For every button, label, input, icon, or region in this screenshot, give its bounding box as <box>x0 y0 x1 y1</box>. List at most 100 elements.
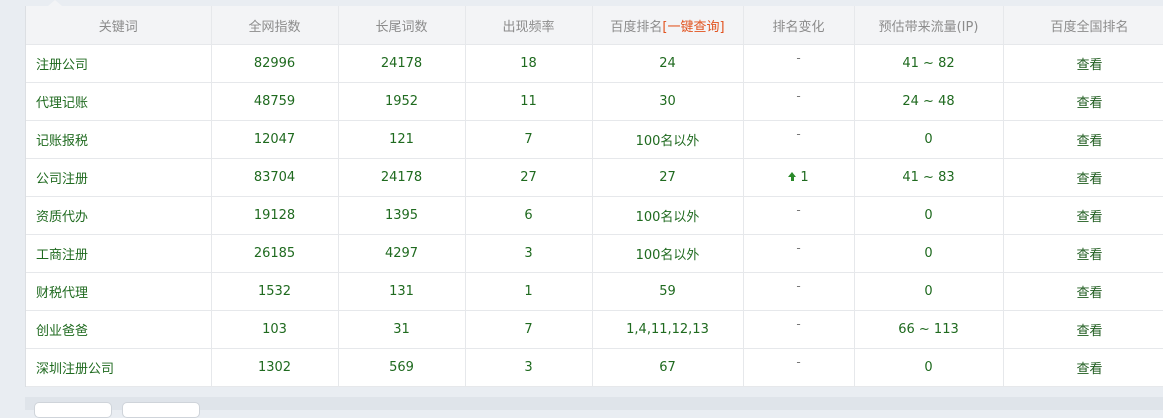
change-cell: - <box>743 310 855 349</box>
rank-cell: 24 <box>592 44 744 83</box>
frequency-cell: 18 <box>465 44 593 83</box>
table-row: 资质代办 19128 1395 6 100名以外 - 0 查看 <box>26 196 1163 235</box>
keyword-cell: 创业爸爸 <box>26 310 212 349</box>
change-cell: - <box>743 234 855 273</box>
index-cell: 19128 <box>211 196 339 235</box>
index-cell: 103 <box>211 310 339 349</box>
longtail-cell: 121 <box>338 120 466 159</box>
rank-cell: 1,4,11,12,13 <box>592 310 744 349</box>
up-arrow-icon <box>788 172 797 181</box>
keyword-cell: 记账报税 <box>26 120 212 159</box>
no-change-dash: - <box>796 89 801 103</box>
frequency-cell: 7 <box>465 310 593 349</box>
table-row: 财税代理 1532 131 1 59 - 0 查看 <box>26 272 1163 311</box>
longtail-cell: 1395 <box>338 196 466 235</box>
rank-change-value: 1 <box>800 170 809 185</box>
header-national-rank: 百度全国排名 <box>1003 6 1163 45</box>
view-link[interactable]: 查看 <box>1076 248 1102 263</box>
footer-button-2[interactable] <box>122 402 200 418</box>
footer-button-1[interactable] <box>34 402 112 418</box>
rank-cell: 59 <box>592 272 744 311</box>
header-baidu-rank: 百度排名[一键查询] <box>592 6 744 45</box>
change-cell: - <box>743 44 855 83</box>
header-rank-change: 排名变化 <box>743 6 855 45</box>
index-cell: 12047 <box>211 120 339 159</box>
header-keyword: 关键词 <box>26 6 212 45</box>
rank-cell: 30 <box>592 82 744 121</box>
index-cell: 1302 <box>211 348 339 387</box>
one-click-query-link[interactable]: [一键查询] <box>662 20 724 35</box>
national-rank-cell: 查看 <box>1003 158 1163 197</box>
index-cell: 1532 <box>211 272 339 311</box>
table-row: 代理记账 48759 1952 11 30 - 24 ~ 48 查看 <box>26 82 1163 121</box>
view-link[interactable]: 查看 <box>1076 210 1102 225</box>
national-rank-cell: 查看 <box>1003 120 1163 159</box>
no-change-dash: - <box>796 241 801 255</box>
change-cell: - <box>743 120 855 159</box>
traffic-cell: 24 ~ 48 <box>854 82 1004 121</box>
traffic-cell: 0 <box>854 196 1004 235</box>
index-cell: 82996 <box>211 44 339 83</box>
traffic-cell: 66 ~ 113 <box>854 310 1004 349</box>
longtail-cell: 4297 <box>338 234 466 273</box>
view-link[interactable]: 查看 <box>1076 324 1102 339</box>
keyword-cell: 工商注册 <box>26 234 212 273</box>
keyword-cell: 财税代理 <box>26 272 212 311</box>
rank-cell: 100名以外 <box>592 196 744 235</box>
table-row: 注册公司 82996 24178 18 24 - 41 ~ 82 查看 <box>26 44 1163 83</box>
index-cell: 48759 <box>211 82 339 121</box>
header-longtail: 长尾词数 <box>338 6 466 45</box>
longtail-cell: 24178 <box>338 158 466 197</box>
frequency-cell: 3 <box>465 234 593 273</box>
table-header-row: 关键词 全网指数 长尾词数 出现频率 百度排名[一键查询] 排名变化 预估带来流… <box>26 6 1163 45</box>
longtail-cell: 31 <box>338 310 466 349</box>
traffic-cell: 0 <box>854 120 1004 159</box>
view-link[interactable]: 查看 <box>1076 172 1102 187</box>
view-link[interactable]: 查看 <box>1076 362 1102 377</box>
view-link[interactable]: 查看 <box>1076 286 1102 301</box>
table-row: 记账报税 12047 121 7 100名以外 - 0 查看 <box>26 120 1163 159</box>
table-row: 公司注册 83704 24178 27 27 1 41 ~ 83 查看 <box>26 158 1163 197</box>
index-cell: 26185 <box>211 234 339 273</box>
national-rank-cell: 查看 <box>1003 82 1163 121</box>
frequency-cell: 1 <box>465 272 593 311</box>
change-cell: 1 <box>743 158 855 197</box>
change-cell: - <box>743 272 855 311</box>
table-row: 创业爸爸 103 31 7 1,4,11,12,13 - 66 ~ 113 查看 <box>26 310 1163 349</box>
keyword-cell: 代理记账 <box>26 82 212 121</box>
national-rank-cell: 查看 <box>1003 272 1163 311</box>
no-change-dash: - <box>796 127 801 141</box>
no-change-dash: - <box>796 317 801 331</box>
longtail-cell: 24178 <box>338 44 466 83</box>
national-rank-cell: 查看 <box>1003 44 1163 83</box>
rank-cell: 27 <box>592 158 744 197</box>
header-baidu-rank-label: 百度排名 <box>610 19 663 35</box>
view-link[interactable]: 查看 <box>1076 58 1102 73</box>
frequency-cell: 11 <box>465 82 593 121</box>
view-link[interactable]: 查看 <box>1076 96 1102 111</box>
traffic-cell: 0 <box>854 348 1004 387</box>
table-row: 深圳注册公司 1302 569 3 67 - 0 查看 <box>26 348 1163 387</box>
national-rank-cell: 查看 <box>1003 310 1163 349</box>
frequency-cell: 7 <box>465 120 593 159</box>
frequency-cell: 6 <box>465 196 593 235</box>
longtail-cell: 1952 <box>338 82 466 121</box>
national-rank-cell: 查看 <box>1003 196 1163 235</box>
frequency-cell: 3 <box>465 348 593 387</box>
header-frequency: 出现频率 <box>465 6 593 45</box>
no-change-dash: - <box>796 279 801 293</box>
keyword-cell: 公司注册 <box>26 158 212 197</box>
national-rank-cell: 查看 <box>1003 348 1163 387</box>
keyword-ranking-panel: 关键词 全网指数 长尾词数 出现频率 百度排名[一键查询] 排名变化 预估带来流… <box>25 6 1163 387</box>
change-cell: - <box>743 196 855 235</box>
rank-cell: 100名以外 <box>592 120 744 159</box>
view-link[interactable]: 查看 <box>1076 134 1102 149</box>
longtail-cell: 131 <box>338 272 466 311</box>
header-index: 全网指数 <box>211 6 339 45</box>
change-cell: - <box>743 82 855 121</box>
keyword-cell: 深圳注册公司 <box>26 348 212 387</box>
traffic-cell: 41 ~ 82 <box>854 44 1004 83</box>
no-change-dash: - <box>796 355 801 369</box>
frequency-cell: 27 <box>465 158 593 197</box>
keyword-ranking-table: 关键词 全网指数 长尾词数 出现频率 百度排名[一键查询] 排名变化 预估带来流… <box>26 6 1163 387</box>
